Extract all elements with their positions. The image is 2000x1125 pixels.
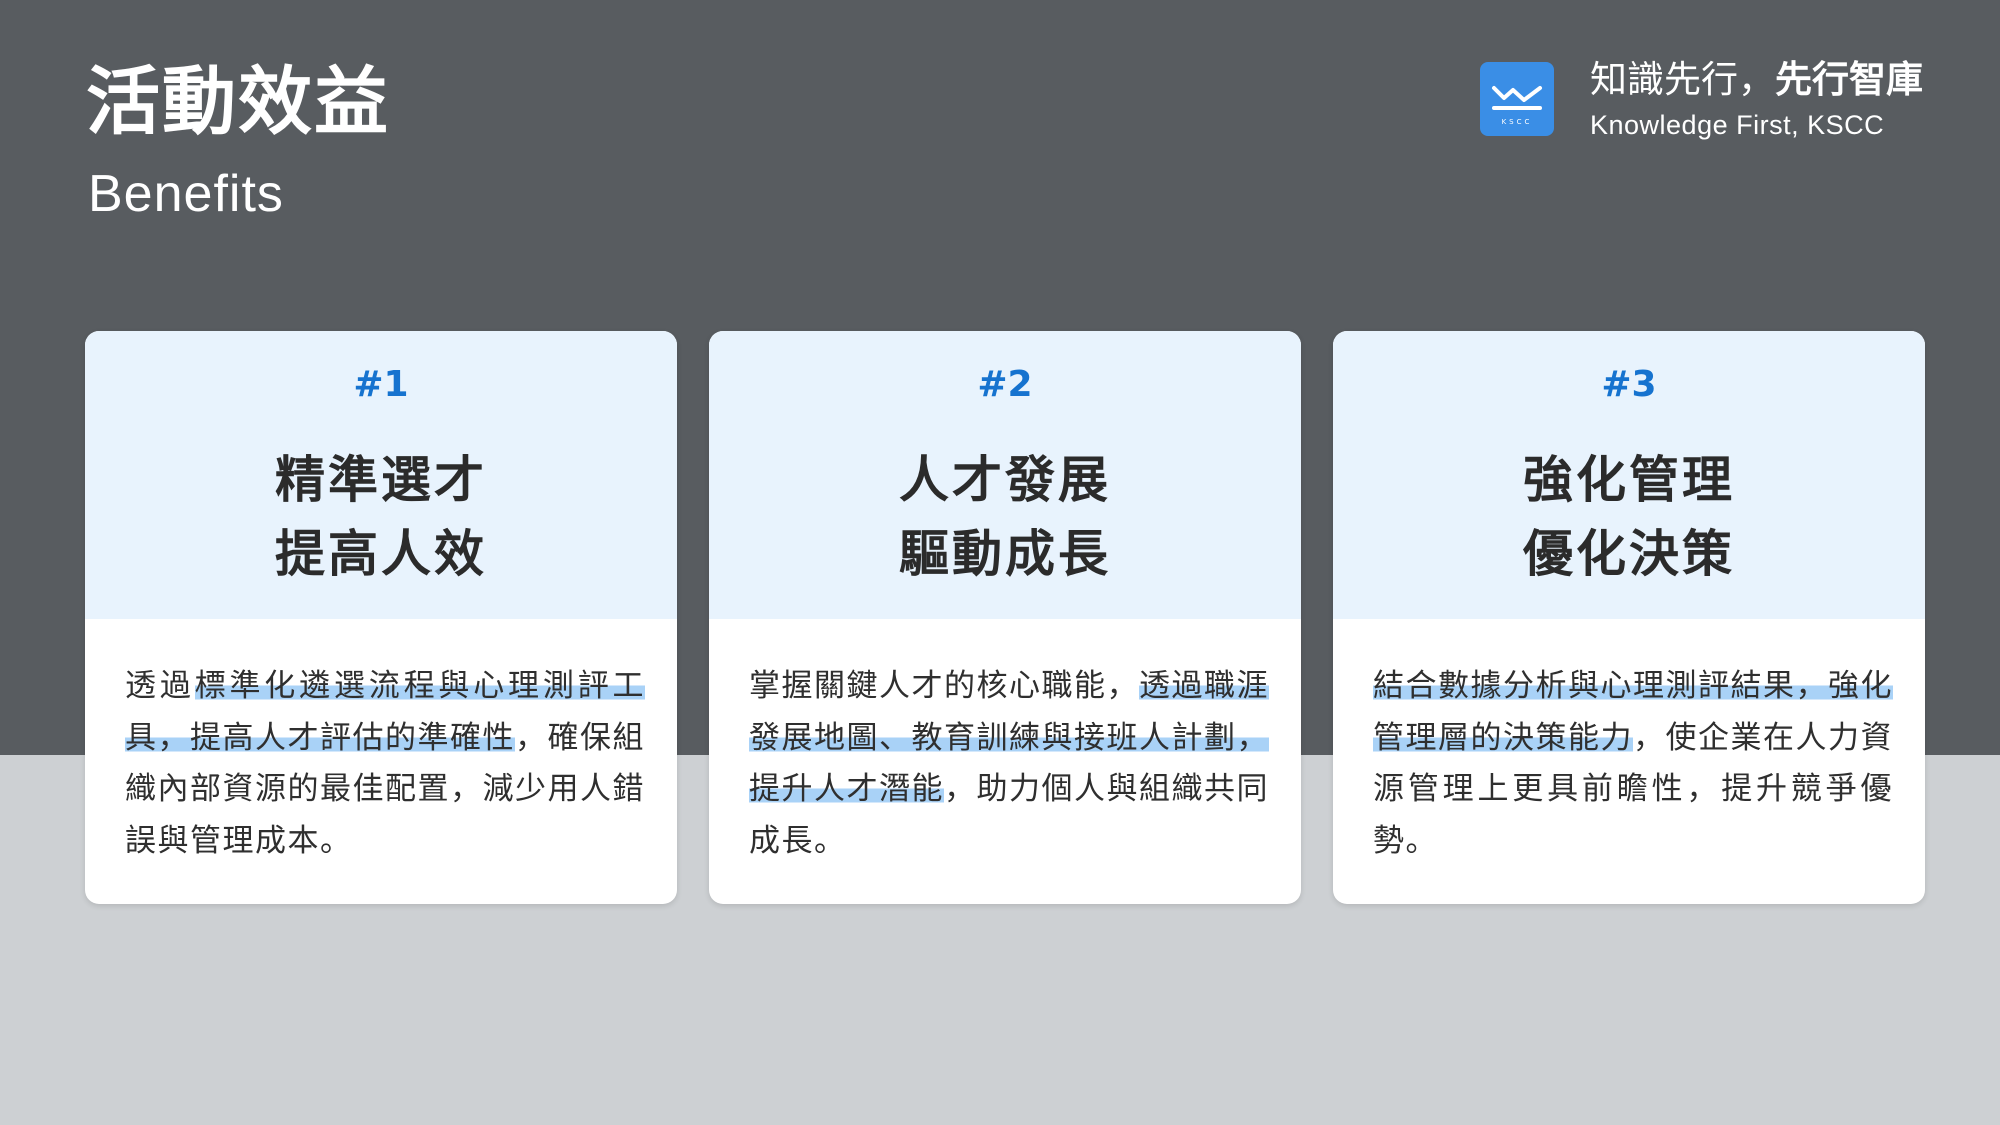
card-description-text: 掌握關鍵人才的核心職能， bbox=[749, 668, 1139, 704]
card-title-line2: 驅動成長 bbox=[899, 525, 1111, 583]
card-title-line1: 強化管理 bbox=[1523, 451, 1735, 509]
brand-tagline: Knowledge First, KSCC bbox=[1590, 110, 1885, 140]
svg-text:KSCC: KSCC bbox=[1502, 118, 1533, 126]
card-title-line1: 精準選才 bbox=[275, 451, 487, 509]
benefit-card-2: #2 人才發展 驅動成長 掌握關鍵人才的核心職能，透過職涯發展地圖、教育訓練與接… bbox=[709, 331, 1301, 904]
card-description: 掌握關鍵人才的核心職能，透過職涯發展地圖、教育訓練與接班人計劃，提升人才潛能，助… bbox=[749, 661, 1269, 867]
card-title-line2: 優化決策 bbox=[1523, 525, 1735, 583]
card-title: 強化管理 優化決策 bbox=[1333, 443, 1925, 591]
card-header: #1 精準選才 提高人效 bbox=[85, 331, 677, 619]
card-number: #1 bbox=[353, 364, 409, 405]
card-description: 結合數據分析與心理測評結果，強化管理層的決策能力，使企業在人力資源管理上更具前瞻… bbox=[1373, 661, 1893, 867]
card-title-line1: 人才發展 bbox=[899, 451, 1111, 509]
brand-slogan-regular: 知識先行， bbox=[1590, 58, 1775, 101]
card-header: #2 人才發展 驅動成長 bbox=[709, 331, 1301, 619]
brand-block: KSCC 知識先行，先行智庫 Knowledge First, KSCC bbox=[1480, 58, 1923, 150]
brand-slogan: 知識先行，先行智庫 bbox=[1590, 58, 1923, 102]
card-description-text: 透過 bbox=[125, 668, 195, 704]
card-title-line2: 提高人效 bbox=[275, 525, 487, 583]
card-number: #2 bbox=[977, 364, 1033, 405]
card-header: #3 強化管理 優化決策 bbox=[1333, 331, 1925, 619]
brand-slogan-bold: 先行智庫 bbox=[1775, 58, 1923, 101]
card-number: #3 bbox=[1601, 364, 1657, 405]
kscc-logo-icon: KSCC bbox=[1480, 62, 1554, 136]
card-description: 透過標準化遴選流程與心理測評工具，提高人才評估的準確性，確保組織內部資源的最佳配… bbox=[125, 661, 646, 867]
card-title: 人才發展 驅動成長 bbox=[709, 443, 1301, 591]
page-subtitle: Benefits bbox=[88, 165, 284, 223]
benefit-card-3: #3 強化管理 優化決策 結合數據分析與心理測評結果，強化管理層的決策能力，使企… bbox=[1333, 331, 1925, 904]
benefit-card-1: #1 精準選才 提高人效 透過標準化遴選流程與心理測評工具，提高人才評估的準確性… bbox=[85, 331, 677, 904]
card-title: 精準選才 提高人效 bbox=[85, 443, 677, 591]
page-title: 活動效益 bbox=[86, 59, 390, 145]
